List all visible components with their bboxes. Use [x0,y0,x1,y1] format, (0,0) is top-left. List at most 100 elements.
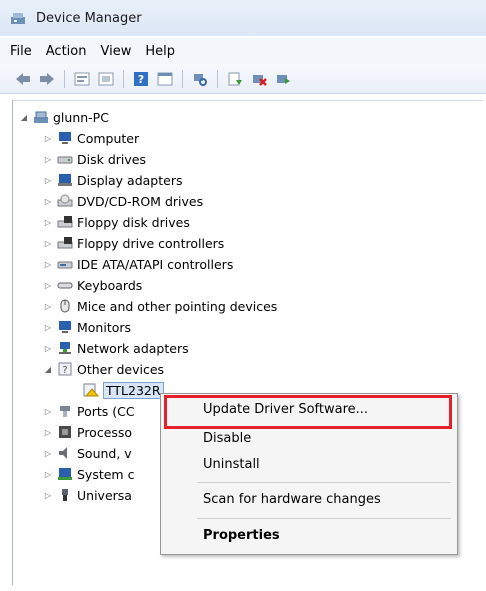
keyboard-icon [57,277,73,293]
expand-icon[interactable]: ▷ [43,343,53,353]
menu-help[interactable]: Help [145,44,175,59]
highlight-box [164,395,452,429]
tree-item-floppy-disk-drives[interactable]: ▷ Floppy disk drives [43,212,190,232]
tree-item-disk-drives[interactable]: ▷ Disk drives [43,149,146,169]
toolbar-separator [123,69,124,88]
tree-item-system[interactable]: ▷ System c [43,464,135,484]
expand-icon[interactable]: ▷ [43,238,53,248]
expand-icon[interactable]: ▷ [43,406,53,416]
monitor-icon [57,130,73,146]
tree-root[interactable]: ◢ glunn-PC [19,107,109,127]
tree-item-label: Processo [77,424,133,440]
tree-item-label: Floppy drive controllers [77,235,225,251]
uninstall-icon[interactable] [250,70,268,88]
network-adapter-icon [57,340,73,356]
update-driver-icon[interactable] [226,70,244,88]
context-properties[interactable]: Properties [203,528,280,543]
expand-icon[interactable]: ▷ [43,196,53,206]
tree-item-dvd-cd-rom-drives[interactable]: ▷ DVD/CD-ROM drives [43,191,203,211]
tree-item-label: Monitors [77,319,132,335]
speaker-icon [57,445,73,461]
window-title: Device Manager [36,10,142,26]
tree-item-label: Network adapters [77,340,189,356]
dvd-drive-icon [57,193,73,209]
svg-text:?: ? [62,365,67,376]
expand-icon[interactable]: ▷ [43,490,53,500]
tree-item-network-adapters[interactable]: ▷ Network adapters [43,338,189,358]
tree-item-label: TTL232R [103,381,164,399]
tree-item-label: Floppy disk drives [77,214,190,230]
tree-item-ttl232r[interactable]: TTL232R [83,380,164,400]
list-icon[interactable] [97,70,115,88]
expand-icon[interactable]: ▷ [43,217,53,227]
context-uninstall[interactable]: Uninstall [203,457,260,472]
expand-icon[interactable]: ▷ [43,448,53,458]
tree-item-label: Mice and other pointing devices [77,298,278,314]
expand-icon[interactable]: ▷ [43,133,53,143]
tree-root-label: glunn-PC [53,109,109,125]
ide-controller-icon [57,256,73,272]
context-scan[interactable]: Scan for hardware changes [203,492,381,507]
toolbar-separator [182,69,183,88]
tree-item-label: System c [77,466,135,482]
tree-item-label: Computer [77,130,140,146]
tree-item-display-adapters[interactable]: ▷ Display adapters [43,170,183,190]
expand-icon[interactable]: ▷ [43,301,53,311]
toolbar: ? [0,64,486,94]
back-icon[interactable] [14,70,32,88]
unknown-device-icon: ? [57,361,73,377]
floppy-drive-icon [57,214,73,230]
expand-icon[interactable]: ▷ [43,427,53,437]
menu-action[interactable]: Action [46,44,87,59]
expand-icon[interactable]: ▷ [43,175,53,185]
tree-item-label: Sound, v [77,445,132,461]
tree-item-label: Universa [77,487,132,503]
tree-item-floppy-drive-controllers[interactable]: ▷ Floppy drive controllers [43,233,224,253]
tree-item-label: Ports (CC [77,403,135,419]
tree-item-computer[interactable]: ▷ Computer [43,128,139,148]
tree-item-other-devices[interactable]: ◢ ? Other devices [43,359,164,379]
tree-item-label: Other devices [77,361,165,377]
tree-item-ports[interactable]: ▷ Ports (CC [43,401,135,421]
scan-icon[interactable] [191,70,209,88]
context-disable[interactable]: Disable [203,431,251,446]
tree-item-ide-controllers[interactable]: ▷ IDE ATA/ATAPI controllers [43,254,233,274]
context-separator [197,482,451,483]
computer-icon [33,109,49,125]
properties-view-icon[interactable] [73,70,91,88]
tree-item-label: IDE ATA/ATAPI controllers [77,256,234,272]
menu-view[interactable]: View [100,44,131,59]
enable-icon[interactable] [274,70,292,88]
usb-icon [57,487,73,503]
warning-device-icon [83,382,99,398]
svg-text:?: ? [138,73,144,86]
system-device-icon [57,466,73,482]
tree-item-usb[interactable]: ▷ Universa [43,485,132,505]
device-manager-icon [10,10,26,26]
toolbar-separator [217,69,218,88]
toolbar-separator [64,69,65,88]
tree-item-label: Display adapters [77,172,183,188]
menu-bar: File Action View Help [0,38,486,64]
expand-icon[interactable]: ▷ [43,259,53,269]
console-icon[interactable] [156,70,174,88]
collapse-icon[interactable]: ◢ [19,112,29,122]
collapse-icon[interactable]: ◢ [43,364,53,374]
tree-item-processors[interactable]: ▷ Processo [43,422,132,442]
tree-item-monitors[interactable]: ▷ Monitors [43,317,131,337]
forward-icon[interactable] [38,70,56,88]
expand-icon[interactable]: ▷ [43,322,53,332]
expand-icon[interactable]: ▷ [43,154,53,164]
port-icon [57,403,73,419]
expand-icon[interactable]: ▷ [43,280,53,290]
tree-item-mice[interactable]: ▷ Mice and other pointing devices [43,296,277,316]
disk-drive-icon [57,151,73,167]
help-icon[interactable]: ? [132,70,150,88]
mouse-icon [57,298,73,314]
display-adapter-icon [57,172,73,188]
tree-item-label: DVD/CD-ROM drives [77,193,204,209]
menu-file[interactable]: File [10,44,32,59]
expand-icon[interactable]: ▷ [43,469,53,479]
tree-item-sound[interactable]: ▷ Sound, v [43,443,132,463]
tree-item-keyboards[interactable]: ▷ Keyboards [43,275,142,295]
